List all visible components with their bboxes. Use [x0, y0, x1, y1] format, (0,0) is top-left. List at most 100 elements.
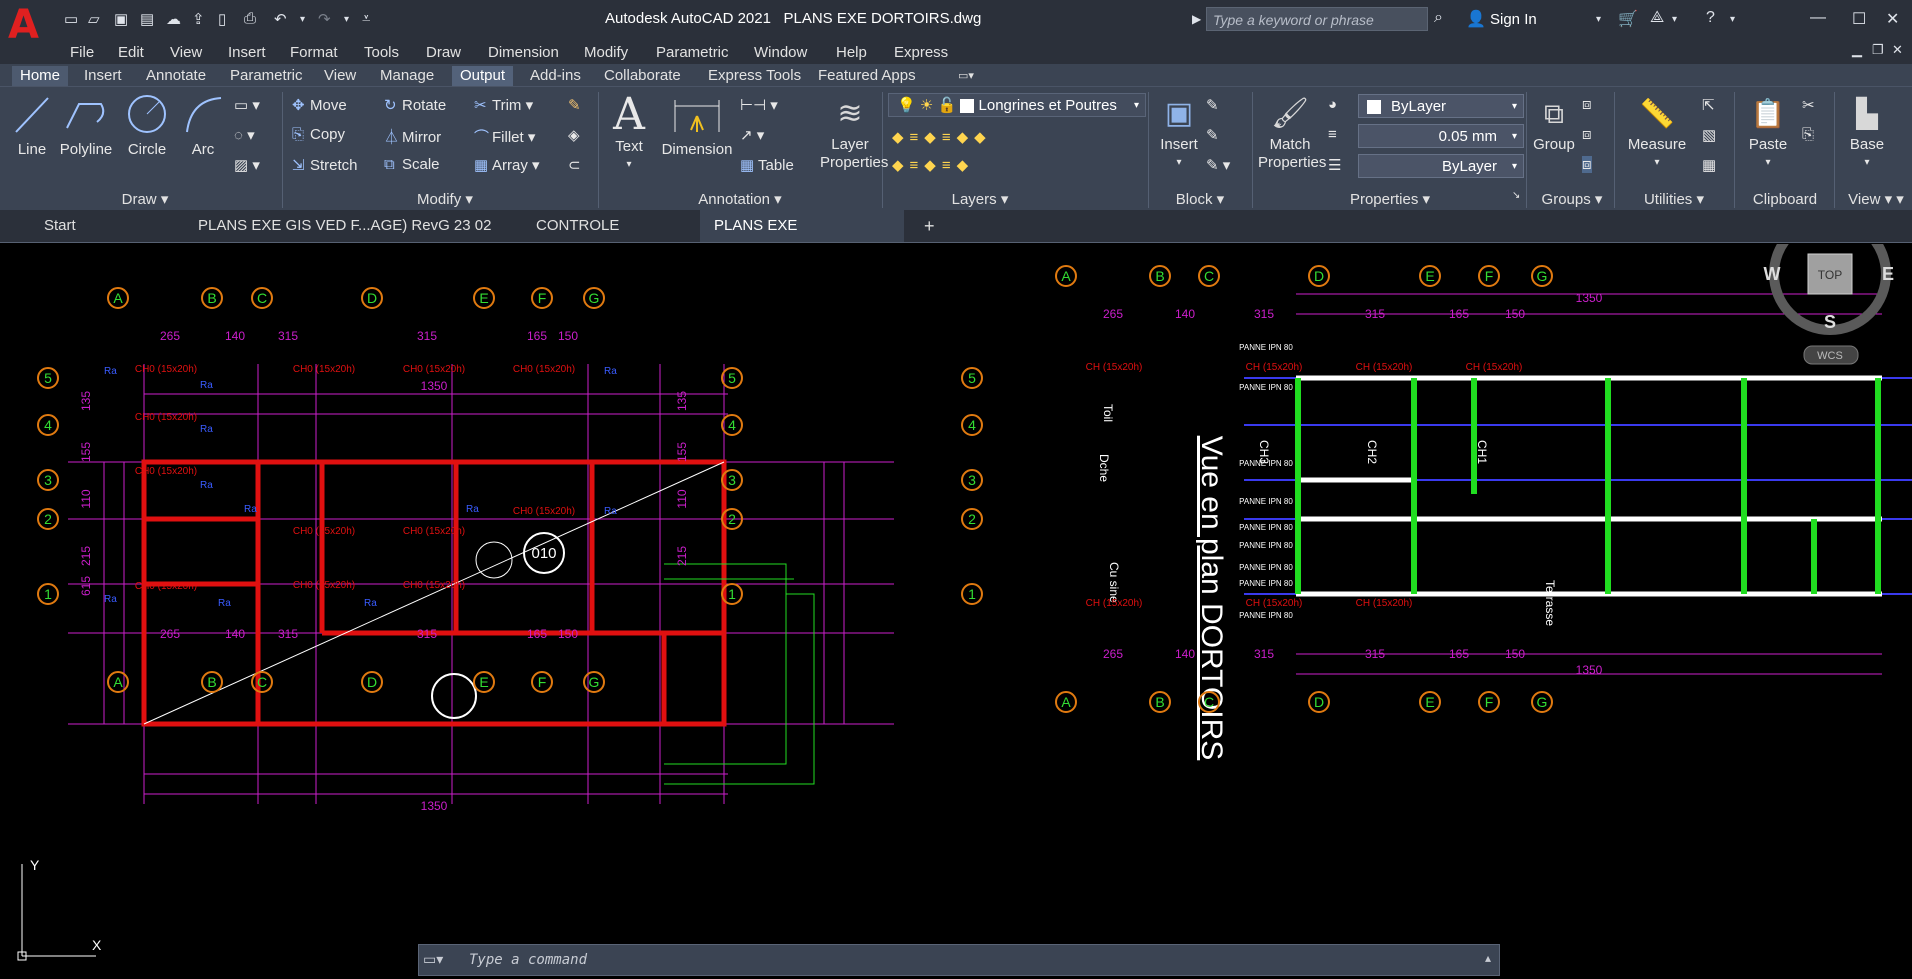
ungroup-icon[interactable]: ⧈	[1582, 96, 1592, 113]
menu-file[interactable]: File	[70, 44, 94, 61]
tab-featured-apps[interactable]: Featured Apps	[810, 66, 924, 86]
create-block-icon[interactable]: ✎	[1206, 96, 1219, 114]
linear-dim-icon[interactable]: ⊢⊣ ▾	[740, 96, 778, 114]
panel-footer-utilities[interactable]: Utilities ▾	[1624, 190, 1724, 210]
arc-button[interactable]: Arc	[180, 92, 226, 159]
menu-view[interactable]: View	[170, 44, 202, 61]
save-icon[interactable]: ▣	[114, 10, 128, 28]
cloud-save-icon[interactable]: ☁	[166, 10, 181, 28]
maximize-icon[interactable]: ☐	[1852, 9, 1866, 29]
plot-icon[interactable]: ⎙	[244, 10, 256, 27]
rotate-button[interactable]: ↻ Rotate	[384, 96, 446, 114]
menu-tools[interactable]: Tools	[364, 44, 399, 61]
menu-edit[interactable]: Edit	[118, 44, 144, 61]
cmd-prompt-icon[interactable]: ▭▾	[423, 951, 443, 968]
help-icon[interactable]: ?	[1706, 9, 1715, 27]
panel-footer-properties[interactable]: Properties ▾	[1330, 190, 1450, 210]
doc-tab-dortoirs[interactable]: PLANS EXE DORTOIRS*✕	[700, 210, 904, 266]
hatch-icon[interactable]: ◌ ▾	[234, 126, 255, 144]
help-dropdown-icon[interactable]: ▾	[1730, 14, 1735, 25]
sheet-icon[interactable]: ▯	[218, 10, 226, 28]
text-button[interactable]: A Text ▾	[606, 92, 652, 174]
offset-icon[interactable]: ⊂	[568, 156, 581, 174]
sign-in-dropdown-icon[interactable]: ▾	[1596, 14, 1601, 25]
panel-footer-view[interactable]: View ▾ ▾	[1840, 190, 1912, 210]
new-file-icon[interactable]: ▭	[64, 10, 78, 28]
tab-view[interactable]: View	[316, 66, 364, 86]
edit-block-icon[interactable]: ✎	[1206, 126, 1219, 144]
text-dropdown-icon[interactable]: ▾	[606, 156, 652, 174]
menu-help[interactable]: Help	[836, 44, 867, 61]
menu-parametric[interactable]: Parametric	[656, 44, 729, 61]
open-file-icon[interactable]: ▱	[88, 10, 100, 28]
paste-dropdown-icon[interactable]: ▾	[1740, 154, 1796, 172]
color-dropdown[interactable]: ByLayer ▾	[1358, 94, 1524, 118]
layer-tools-row2-icon[interactable]: ◆≡◆≡◆	[892, 156, 974, 174]
layer-properties-button[interactable]: ≋ Layer Properties	[820, 92, 888, 172]
doc-tab-gis[interactable]: PLANS EXE GIS VED F...AGE) RevG 23 02 23…	[184, 210, 522, 266]
tab-express-tools[interactable]: Express Tools	[700, 66, 809, 86]
cut-icon[interactable]: ✂	[1802, 96, 1815, 114]
move-button[interactable]: ✥ Move	[292, 96, 347, 114]
ribbon-minimize-icon[interactable]: ▭▾	[950, 66, 982, 86]
sign-in-button[interactable]: Sign In	[1490, 11, 1537, 28]
panel-footer-annotation[interactable]: Annotation ▾	[680, 190, 800, 210]
group-select-icon[interactable]: ⧈	[1582, 156, 1592, 173]
search-expand-icon[interactable]: ▶	[1192, 12, 1201, 26]
panel-footer-layers[interactable]: Layers ▾	[940, 190, 1020, 210]
panel-footer-draw[interactable]: Draw ▾	[100, 190, 190, 210]
doc-tab-controle-room[interactable]: CONTROLE ROOM*✕	[522, 210, 700, 266]
doc-restore-icon[interactable]: ❐	[1872, 42, 1884, 58]
circle-button[interactable]: Circle	[124, 92, 170, 159]
user-icon[interactable]: 👤	[1466, 9, 1486, 29]
layer-tools-row1-icon[interactable]: ◆≡◆≡◆◆	[892, 128, 992, 146]
redo-icon[interactable]: ↷	[318, 10, 331, 28]
new-tab-button[interactable]: +	[910, 210, 946, 242]
undo-icon[interactable]: ↶	[274, 10, 287, 28]
polyline-button[interactable]: Polyline	[58, 92, 114, 159]
cmd-history-icon[interactable]: ▴	[1485, 951, 1491, 965]
share-icon[interactable]: ⇪	[192, 10, 205, 28]
leader-icon[interactable]: ↗ ▾	[740, 126, 764, 144]
save-as-icon[interactable]: ▤	[140, 10, 154, 28]
autodesk-app-icon[interactable]: ⟁	[1650, 9, 1664, 27]
redo-dropdown-icon[interactable]: ▾	[344, 14, 349, 25]
menu-express[interactable]: Express	[894, 44, 948, 61]
paste-button[interactable]: 📋 Paste ▾	[1740, 92, 1796, 172]
erase-icon[interactable]: ✎	[568, 96, 581, 114]
tab-manage[interactable]: Manage	[372, 66, 442, 86]
tab-output[interactable]: Output	[452, 66, 514, 86]
drawing-svg[interactable]: 010 ABCDEFG ABCDEFG 5 54 43 32 21 1 265 140 315…	[4, 213, 1912, 976]
insert-dropdown-icon[interactable]: ▾	[1154, 154, 1204, 172]
command-line[interactable]: ▭▾ Type a command ▴	[418, 944, 1500, 976]
tab-add-ins[interactable]: Add-ins	[522, 66, 589, 86]
search-icon[interactable]: ⌕	[1434, 9, 1443, 27]
explode-icon[interactable]: ◈	[568, 126, 580, 144]
group-edit-icon[interactable]: ⧈	[1582, 126, 1592, 143]
panel-footer-groups[interactable]: Groups ▾	[1530, 190, 1614, 210]
menu-format[interactable]: Format	[290, 44, 338, 61]
trim-button[interactable]: ✂ Trim ▾	[474, 96, 533, 114]
block-attributes-icon[interactable]: ✎ ▾	[1206, 156, 1230, 174]
stretch-button[interactable]: ⇲ Stretch	[292, 156, 358, 174]
menu-insert[interactable]: Insert	[228, 44, 266, 61]
viewcube[interactable]: TOP N S W E WCS	[1764, 213, 1895, 365]
dimension-button[interactable]: Dimension	[656, 92, 738, 159]
menu-draw[interactable]: Draw	[426, 44, 461, 61]
match-properties-button[interactable]: 🖌 Match Properties	[1258, 92, 1326, 172]
panel-footer-modify[interactable]: Modify ▾	[400, 190, 490, 210]
insert-block-button[interactable]: ▣ Insert ▾	[1154, 92, 1204, 172]
menu-modify[interactable]: Modify	[584, 44, 628, 61]
calculator-icon[interactable]: ▦	[1702, 156, 1716, 174]
fillet-button[interactable]: ⌒ Fillet ▾	[474, 126, 535, 147]
menu-dimension[interactable]: Dimension	[488, 44, 559, 61]
copy-clip-icon[interactable]: ⎘	[1802, 126, 1814, 143]
rectangle-icon[interactable]: ▭ ▾	[234, 96, 260, 114]
linetype-dropdown[interactable]: ByLayer ▾	[1358, 154, 1524, 178]
scale-button[interactable]: ⧉ Scale	[384, 156, 440, 173]
doc-minimize-icon[interactable]: ▁	[1852, 42, 1862, 58]
panel-footer-clipboard[interactable]: Clipboard	[1740, 190, 1830, 210]
tab-insert[interactable]: Insert	[76, 66, 130, 86]
tab-annotate[interactable]: Annotate	[138, 66, 214, 86]
base-view-button[interactable]: ▙ Base ▾	[1840, 92, 1894, 172]
